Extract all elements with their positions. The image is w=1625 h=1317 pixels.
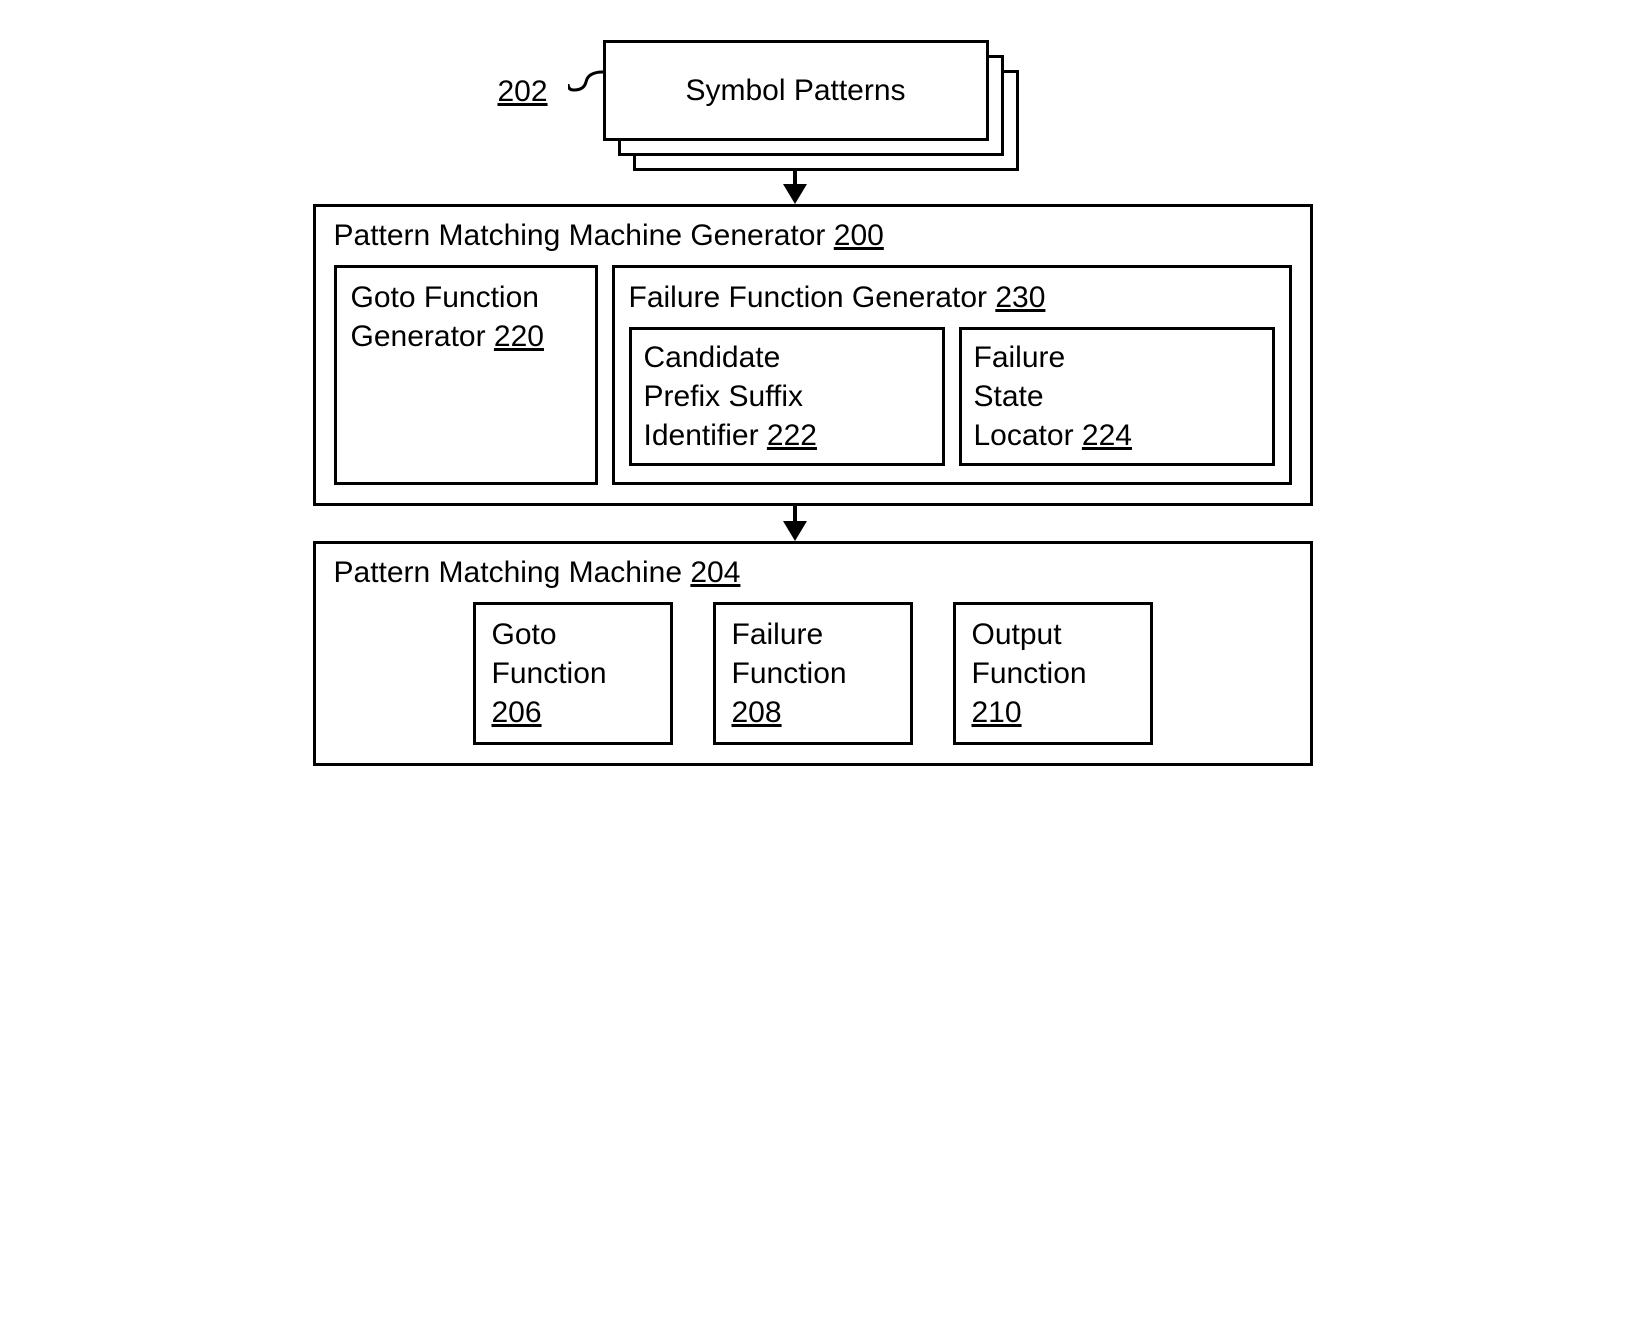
- stack-card-1: Symbol Patterns: [603, 40, 989, 141]
- candidate-prefix-suffix-identifier-box: Candidate Prefix Suffix Identifier 222: [629, 327, 945, 466]
- failure-function-generator-box: Failure Function Generator 230 Candidate…: [612, 265, 1292, 485]
- arrow-2: [783, 506, 807, 541]
- failure-function-box: Failure Function 208: [713, 602, 913, 745]
- generator-title: Pattern Matching Machine Generator 200: [334, 219, 1292, 253]
- symbol-patterns-label: Symbol Patterns: [685, 74, 905, 108]
- arrow-1: [783, 169, 807, 204]
- goto-function-generator-box: Goto Function Generator 220: [334, 265, 598, 485]
- output-function-box: Output Function 210: [953, 602, 1153, 745]
- failure-state-locator-box: Failure State Locator 224: [959, 327, 1275, 466]
- goto-function-box: Goto Function 206: [473, 602, 673, 745]
- machine-box: Pattern Matching Machine 204 Goto Functi…: [313, 541, 1313, 766]
- machine-title: Pattern Matching Machine 204: [334, 556, 1292, 590]
- diagram-root: 202 Symbol Patterns Pattern Matching Mac…: [313, 40, 1313, 766]
- ref-202: 202: [498, 75, 548, 109]
- connector-hook-icon: [568, 60, 603, 95]
- failure-gen-title: Failure Function Generator 230: [629, 278, 1275, 317]
- symbol-patterns-stack: 202 Symbol Patterns: [603, 40, 1013, 141]
- generator-box: Pattern Matching Machine Generator 200 G…: [313, 204, 1313, 506]
